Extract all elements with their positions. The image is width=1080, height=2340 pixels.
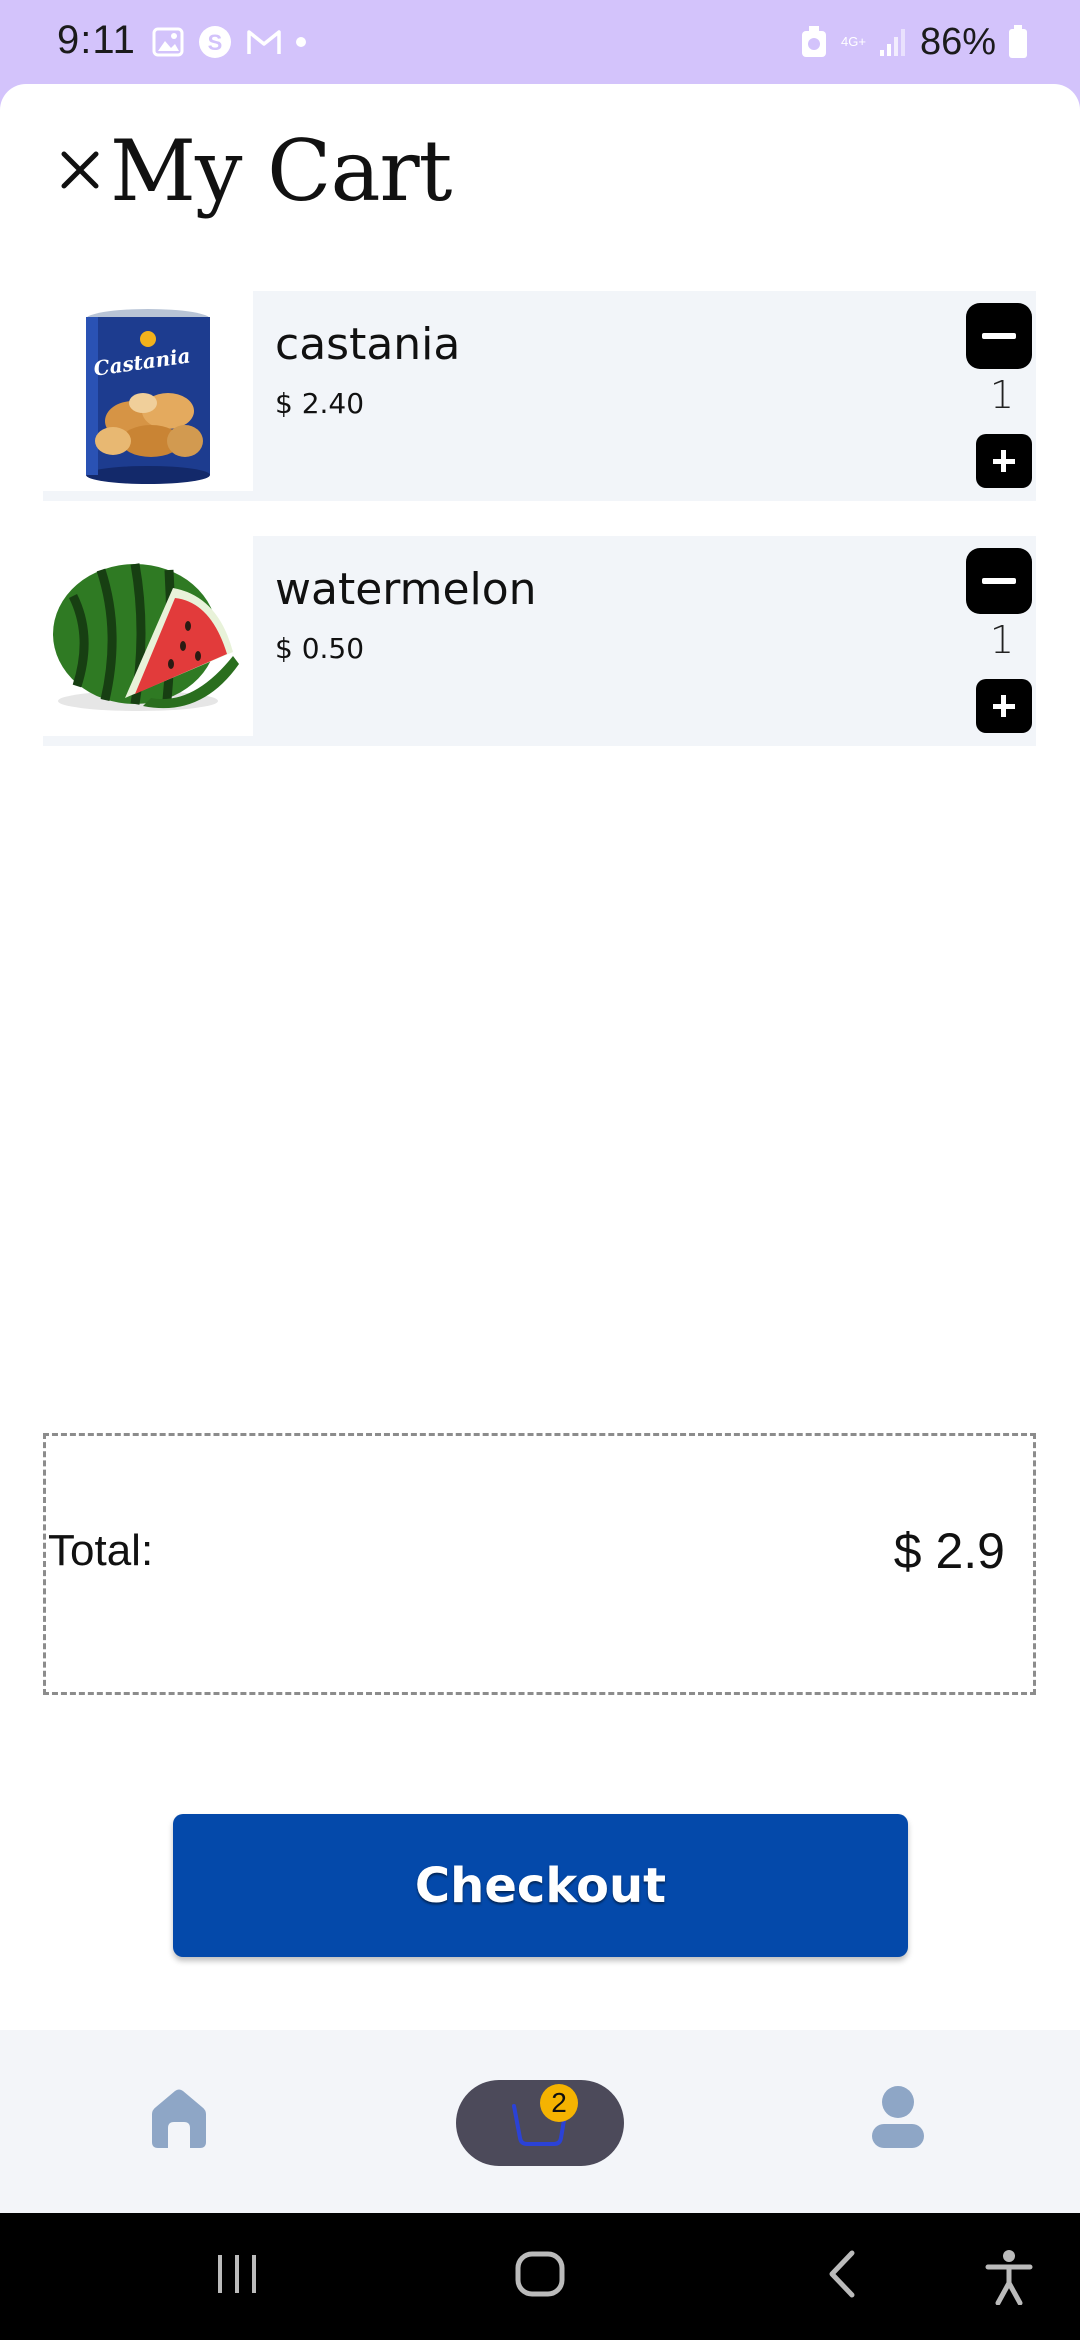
- decrease-quantity-button[interactable]: [966, 303, 1032, 369]
- tab-cart[interactable]: 2: [456, 2080, 624, 2166]
- back-nav-icon[interactable]: [824, 2249, 860, 2299]
- user-icon: [872, 2086, 924, 2148]
- app-s-icon: S: [199, 26, 231, 58]
- total-label: Total:: [48, 1526, 154, 1575]
- data-saver-icon: [802, 26, 826, 57]
- item-name: watermelon: [275, 564, 537, 615]
- increase-quantity-button[interactable]: [976, 434, 1032, 488]
- checkout-button[interactable]: Checkout: [173, 1814, 908, 1957]
- cart-item-castania: Castania castania $ 2.40 1: [43, 291, 1036, 501]
- battery-icon: [1009, 25, 1027, 58]
- close-icon[interactable]: [58, 148, 102, 192]
- nut-can-product-image: Castania: [43, 291, 253, 491]
- home-nav-icon[interactable]: [514, 2249, 566, 2299]
- item-quantity: 1: [989, 618, 1014, 662]
- status-bar: 9:11 S 4G+ 86%: [0, 0, 1080, 84]
- recent-apps-icon[interactable]: [214, 2249, 260, 2299]
- accessibility-icon[interactable]: [984, 2249, 1034, 2305]
- home-icon: [152, 2089, 206, 2148]
- cart-item-watermelon: watermelon $ 0.50 1: [43, 536, 1036, 746]
- item-quantity: 1: [989, 373, 1014, 417]
- total-value: $ 2.9: [893, 1523, 1005, 1579]
- notification-icons: S: [152, 24, 306, 60]
- decrease-quantity-button[interactable]: [966, 548, 1032, 614]
- item-price: $ 0.50: [275, 632, 365, 665]
- svg-text:S: S: [208, 30, 223, 55]
- page-title: My Cart: [110, 122, 452, 220]
- increase-quantity-button[interactable]: [976, 679, 1032, 733]
- status-right: 4G+ 86%: [799, 18, 1028, 66]
- item-price: $ 2.40: [275, 387, 365, 420]
- network-type: 4G+: [841, 34, 866, 49]
- system-nav-bar: [0, 2213, 1080, 2340]
- tab-profile[interactable]: [870, 2084, 926, 2150]
- signal-icon: [879, 29, 905, 56]
- tab-home[interactable]: [146, 2084, 212, 2150]
- battery-percent: 86%: [919, 20, 996, 63]
- cart-count-badge: 2: [540, 2084, 578, 2122]
- gmail-icon: [247, 30, 281, 54]
- total-summary: Total: $ 2.9: [43, 1433, 1036, 1695]
- item-name: castania: [275, 319, 461, 370]
- gallery-icon: [152, 27, 184, 57]
- watermelon-product-image: [43, 536, 253, 736]
- bottom-tab-bar: 2: [0, 2030, 1080, 2213]
- more-notifications-icon: [296, 37, 306, 47]
- status-time: 9:11: [57, 18, 136, 62]
